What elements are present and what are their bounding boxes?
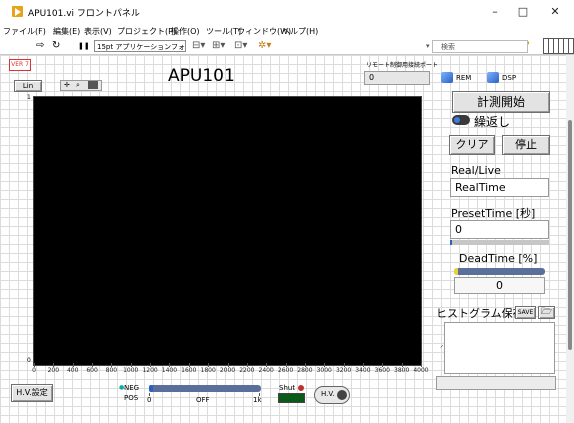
x-axis-tick-label: 3400 <box>355 367 371 374</box>
hv-toggle-button[interactable]: H.V. <box>314 386 350 404</box>
x-axis-tick-label: 3200 <box>335 367 352 374</box>
menu-project[interactable]: プロジェクト(P) <box>117 26 176 37</box>
font-selector[interactable]: 15pt アプリケーションフォント <box>94 40 186 52</box>
x-axis-tick-label: 1800 <box>200 367 216 374</box>
deadtime-bar-fill <box>454 268 458 275</box>
slider-off-label: OFF <box>196 396 210 404</box>
deadtime-label: DeadTime [%] <box>459 252 538 265</box>
hv-slider[interactable] <box>149 385 261 392</box>
maximize-button[interactable]: □ <box>508 4 538 20</box>
realive-field: RealTime <box>450 178 549 197</box>
x-axis-tick-label: 1600 <box>181 367 197 374</box>
x-axis-tick-label: 2200 <box>239 367 255 374</box>
folder-icon[interactable]: 🗁 <box>538 306 555 319</box>
x-axis-tick-label: 600 <box>86 367 98 374</box>
menu-bar: ファイル(F) 編集(E) 表示(V) プロジェクト(P) 操作(O) ツール(… <box>0 24 574 38</box>
repeat-label: 繰返し <box>474 115 511 129</box>
x-axis-tick-label: 3000 <box>316 367 332 374</box>
status-field <box>436 376 556 390</box>
x-axis-tick-label: 1000 <box>123 367 139 374</box>
rem-label: REM <box>456 74 472 82</box>
x-axis-tick-label: 200 <box>47 367 60 374</box>
graph-palette: ✛ ⌕ <box>60 80 102 91</box>
run-arrow-icon[interactable]: ⇨ <box>36 40 44 52</box>
zoom-icon[interactable]: ⌕ <box>76 81 80 90</box>
repeat-toggle[interactable] <box>452 115 470 125</box>
resize-objects-icon[interactable]: ⊡▾ <box>234 40 247 52</box>
slider-min-label: 0 <box>147 396 152 404</box>
version-label: VER 7 <box>9 59 31 71</box>
hv-slider-thumb[interactable] <box>149 385 153 392</box>
remote-port-field[interactable]: 0 <box>364 71 430 85</box>
y-axis-top-label: 1 <box>27 94 31 101</box>
clear-button[interactable]: クリア <box>449 135 495 155</box>
x-axis-tick-label: 2000 <box>219 367 236 374</box>
title-bar: APU101.vi フロントパネル – □ ✕ <box>0 0 574 24</box>
pause-icon[interactable]: ❚❚ <box>78 40 90 52</box>
dsp-label: DSP <box>502 74 517 82</box>
save-button[interactable]: SAVE <box>515 306 536 319</box>
x-axis-tick-label: 4000 <box>413 367 429 374</box>
scrollbar-thumb[interactable] <box>568 120 572 350</box>
align-objects-icon[interactable]: ⊟▾ <box>192 40 205 52</box>
x-axis-tick-label: 0 <box>32 367 36 374</box>
slider-max-label: 1k <box>253 396 262 404</box>
x-axis-tick-label: 3800 <box>394 367 410 374</box>
x-axis-tick-label: 3600 <box>374 367 390 374</box>
neg-label: NEG <box>124 384 140 392</box>
path-browse-icon[interactable]: ⸝ <box>440 341 444 350</box>
y-axis-bottom-label: 0 <box>27 357 31 364</box>
run-continuously-icon[interactable]: ↻ <box>52 40 60 52</box>
window-title: APU101.vi フロントパネル <box>28 9 140 19</box>
presettime-progress-bar <box>450 240 549 245</box>
menu-help[interactable]: ヘルプ(H) <box>282 26 318 37</box>
hv-settings-button[interactable]: H.V.設定 <box>11 384 53 402</box>
x-axis-tick-label: 2600 <box>277 367 294 374</box>
presettime-label: PresetTime [秒] <box>451 207 536 220</box>
reorder-icon[interactable]: ✲▾ <box>258 40 271 52</box>
minimize-button[interactable]: – <box>480 4 510 20</box>
x-axis-tick-label: 2400 <box>258 367 274 374</box>
rem-indicator-icon <box>441 72 453 83</box>
close-button[interactable]: ✕ <box>540 4 570 20</box>
x-axis-tick-label: 1400 <box>161 367 178 374</box>
hv-toggle-label: H.V. <box>321 390 335 398</box>
menu-view[interactable]: 表示(V) <box>84 26 112 37</box>
search-dropdown-icon[interactable]: ▾ <box>426 40 430 52</box>
menu-operate[interactable]: 操作(O) <box>171 26 200 37</box>
shut-indicator <box>278 393 305 403</box>
pan-hand-icon[interactable] <box>88 81 98 89</box>
dsp-indicator-icon <box>487 72 499 83</box>
menu-tools[interactable]: ツール(T) <box>206 26 241 37</box>
histogram-path-field[interactable] <box>444 322 555 374</box>
scale-lin-button[interactable]: Lin <box>14 80 42 92</box>
stop-button[interactable]: 停止 <box>502 135 550 155</box>
shut-led-icon <box>298 385 304 391</box>
x-axis-tick-label: 1200 <box>142 367 158 374</box>
pos-label: POS <box>124 394 139 402</box>
shut-label: Shut <box>279 384 296 392</box>
presettime-field[interactable]: 0 <box>450 220 549 239</box>
crosshair-icon[interactable]: ✛ <box>64 81 70 90</box>
deadtime-field: 0 <box>454 277 545 294</box>
menu-edit[interactable]: 編集(E) <box>53 26 80 37</box>
distribute-objects-icon[interactable]: ⊞▾ <box>212 40 225 52</box>
start-measurement-button[interactable]: 計測開始 <box>452 91 550 113</box>
histogram-plot[interactable] <box>33 96 422 366</box>
realive-label: Real/Live <box>451 164 501 177</box>
x-axis-tick-label: 400 <box>66 367 79 374</box>
connector-pane-icon <box>543 38 574 54</box>
x-axis-tick-label: 800 <box>105 367 118 374</box>
hv-toggle-knob-icon <box>337 390 347 400</box>
remote-port-label: リモート制御用接続ポート <box>366 62 439 69</box>
search-input[interactable]: 検索 <box>432 40 528 53</box>
x-axis-tick-label: 2800 <box>297 367 313 374</box>
labview-app-icon <box>12 6 23 17</box>
histogram-save-label: ヒストグラム保存 <box>436 307 524 320</box>
menu-file[interactable]: ファイル(F) <box>3 26 46 37</box>
panel-title: APU101 <box>168 66 235 86</box>
deadtime-bar <box>454 268 545 275</box>
